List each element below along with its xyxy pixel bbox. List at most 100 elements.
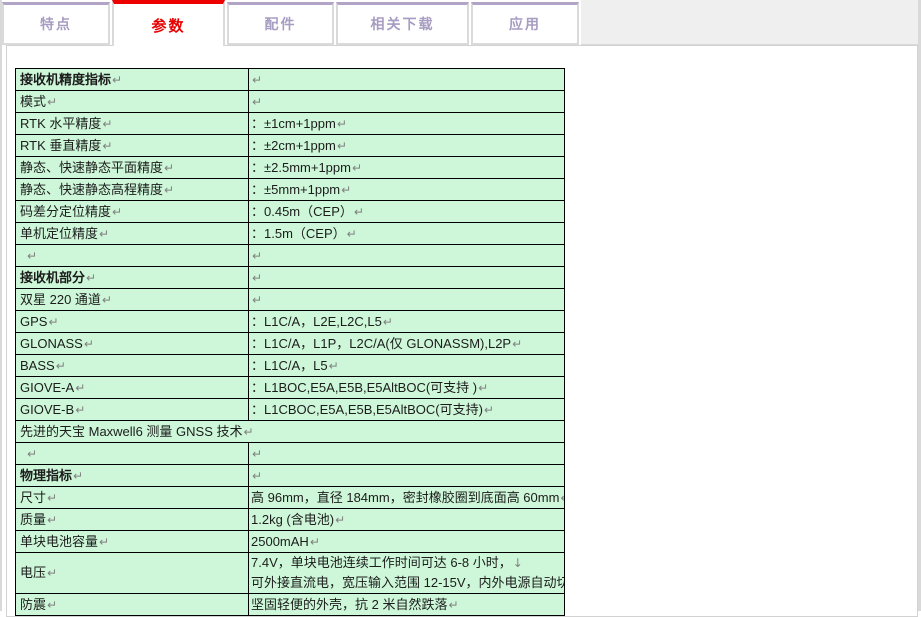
cell-text: 静态、快速静态高程精度 <box>20 182 163 197</box>
return-mark: ↵ <box>251 293 262 307</box>
return-mark: ↵ <box>163 183 174 197</box>
return-mark: ↵ <box>382 315 393 329</box>
return-mark: ↵ <box>74 403 85 417</box>
table-row: 物理指标↵↵ <box>16 465 565 487</box>
return-mark: ↵ <box>336 117 347 131</box>
spec-label-cell: 静态、快速静态高程精度↵ <box>16 179 249 201</box>
tab-label: 相关下载 <box>371 14 435 34</box>
cell-text: ：L1C/A，L2E,L2C,L5 <box>251 314 382 329</box>
return-mark: ↵ <box>346 227 357 241</box>
cell-text: ：0.45m（CEP） <box>251 204 353 219</box>
tab-parameters[interactable]: 参数 <box>112 0 225 46</box>
spec-label-cell: RTK 水平精度↵ <box>16 113 249 135</box>
cell-text: ：L1BOC,E5A,E5B,E5AltBOC(可支持 ) <box>251 380 477 395</box>
spec-label-cell: ↵ <box>16 245 249 267</box>
spec-label-cell: BASS↵ <box>16 355 249 377</box>
tab-accessories[interactable]: 配件 <box>227 2 334 45</box>
return-mark: ↵ <box>309 535 320 549</box>
table-row: 尺寸↵高 96mm，直径 184mm，密封橡胶圈到底面高 60mm↵ <box>16 487 565 509</box>
return-mark: ↵ <box>251 447 262 461</box>
cell-text: ：±2.5mm+1ppm <box>251 160 351 175</box>
spec-value-cell: ↵ <box>249 69 565 91</box>
spec-label-cell: 接收机精度指标↵ <box>16 69 249 91</box>
spec-label-cell: 静态、快速静态平面精度↵ <box>16 157 249 179</box>
tab-bar: 特点 参数 配件 相关下载 应用 <box>0 0 921 45</box>
spec-table: 接收机精度指标↵↵模式↵↵RTK 水平精度↵：±1cm+1ppm↵RTK 垂直精… <box>15 68 565 616</box>
tab-label: 参数 <box>151 15 185 36</box>
return-mark: ↵ <box>85 271 96 285</box>
tab-label: 应用 <box>509 14 541 34</box>
table-row: RTK 水平精度↵：±1cm+1ppm↵ <box>16 113 565 135</box>
cell-text: 静态、快速静态平面精度 <box>20 160 163 175</box>
spec-label-cell: 电压↵ <box>16 553 249 594</box>
return-mark: ↵ <box>111 205 122 219</box>
return-mark: ↵ <box>251 95 262 109</box>
spec-value-cell: 2500mAH↵ <box>249 531 565 553</box>
spec-label-cell: GIOVE-A↵ <box>16 377 249 399</box>
cell-text: 防震 <box>20 597 46 612</box>
cell-text: 可外接直流电，宽压输入范围 12-15V，内外电源自动切换 <box>251 575 565 590</box>
tab-bar-filler <box>581 0 921 45</box>
cell-text: 单机定位精度 <box>20 226 98 241</box>
spec-label-cell: 接收机部分↵ <box>16 267 249 289</box>
spec-value-cell: ：L1C/A，L5↵ <box>249 355 565 377</box>
return-mark: ↵ <box>334 513 345 527</box>
cell-text: 接收机精度指标 <box>20 72 111 87</box>
cell-text: ：L1C/A，L5 <box>251 358 328 373</box>
table-row: 单块电池容量↵2500mAH↵ <box>16 531 565 553</box>
cell-text: 先进的天宝 Maxwell6 测量 GNSS 技术 <box>20 424 242 439</box>
spec-value-cell: ↵ <box>249 91 565 113</box>
return-mark: ↵ <box>336 139 347 153</box>
table-row: 静态、快速静态平面精度↵：±2.5mm+1ppm↵ <box>16 157 565 179</box>
return-mark: ↵ <box>163 161 174 175</box>
return-mark: ↵ <box>101 293 112 307</box>
return-mark: ↵ <box>111 73 122 87</box>
spec-value-cell: ↵ <box>249 443 565 465</box>
table-row: GIOVE-A↵：L1BOC,E5A,E5B,E5AltBOC(可支持 )↵ <box>16 377 565 399</box>
cell-text: ：L1CBOC,E5A,E5B,E5AltBOC(可支持) <box>251 402 483 417</box>
cell-text: GPS <box>20 314 47 329</box>
spec-value-cell: 7.4V，单块电池连续工作时间可达 6-8 小时，↓可外接直流电，宽压输入范围 … <box>249 553 565 594</box>
cell-text: RTK 水平精度 <box>20 116 101 131</box>
cell-text: 7.4V，单块电池连续工作时间可达 6-8 小时， <box>251 555 512 570</box>
spec-label-cell: 物理指标↵ <box>16 465 249 487</box>
return-mark: ↵ <box>98 535 109 549</box>
spec-label-cell: GPS↵ <box>16 311 249 333</box>
return-mark: ↵ <box>251 271 262 285</box>
cell-text: GLONASS <box>20 336 83 351</box>
spec-value-cell: ↵ <box>249 245 565 267</box>
cell-text: GIOVE-B <box>20 402 74 417</box>
return-mark: ↵ <box>483 403 494 417</box>
table-row: 电压↵7.4V，单块电池连续工作时间可达 6-8 小时，↓可外接直流电，宽压输入… <box>16 553 565 594</box>
spec-value-cell: ：±5mm+1ppm↵ <box>249 179 565 201</box>
table-row: 先进的天宝 Maxwell6 测量 GNSS 技术↵ <box>16 421 565 443</box>
table-row: ↵↵ <box>16 245 565 267</box>
return-mark: ↵ <box>55 359 66 373</box>
table-row: RTK 垂直精度↵：±2cm+1ppm↵ <box>16 135 565 157</box>
tab-features[interactable]: 特点 <box>2 2 110 45</box>
spec-label-cell: GLONASS↵ <box>16 333 249 355</box>
tab-related-downloads[interactable]: 相关下载 <box>336 2 469 45</box>
return-mark: ↵ <box>46 566 57 580</box>
return-mark: ↵ <box>447 598 458 612</box>
return-mark: ↵ <box>251 73 262 87</box>
spec-value-cell: ↵ <box>249 267 565 289</box>
spec-value-cell: ：±2.5mm+1ppm↵ <box>249 157 565 179</box>
tab-label: 特点 <box>40 14 72 34</box>
cell-text: 模式 <box>20 94 46 109</box>
return-mark: ↵ <box>559 491 564 505</box>
cell-text: 2500mAH <box>251 534 309 549</box>
spec-cell-fullwidth: 先进的天宝 Maxwell6 测量 GNSS 技术↵ <box>16 421 565 443</box>
cell-text: ：1.5m（CEP） <box>251 226 346 241</box>
return-mark: ↵ <box>251 469 262 483</box>
cell-text: 坚固轻便的外壳，抗 2 米自然跌落 <box>251 597 447 612</box>
spec-label-cell: 模式↵ <box>16 91 249 113</box>
tab-applications[interactable]: 应用 <box>471 2 579 45</box>
return-mark: ↵ <box>46 598 57 612</box>
spec-value-cell: ：±2cm+1ppm↵ <box>249 135 565 157</box>
cell-text: ：±2cm+1ppm <box>251 138 336 153</box>
spec-label-cell: 单机定位精度↵ <box>16 223 249 245</box>
left-window-edge <box>0 0 2 611</box>
spec-label-cell: 双星 220 通道↵ <box>16 289 249 311</box>
cell-text: 双星 220 通道 <box>20 292 101 307</box>
